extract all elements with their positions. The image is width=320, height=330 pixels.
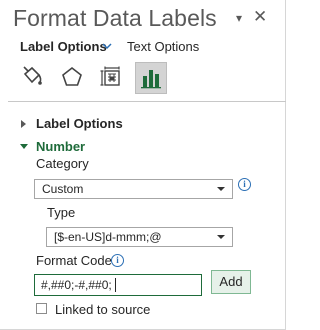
pane-title: Format Data Labels: [13, 5, 217, 31]
info-icon[interactable]: i: [238, 178, 251, 191]
size-properties-tab[interactable]: [98, 63, 126, 91]
type-value: [$-en-US]d-mmm;@: [54, 230, 162, 244]
type-label: Type: [47, 205, 76, 220]
category-label: Category: [36, 156, 89, 171]
tab-label-options[interactable]: Label Options: [20, 39, 107, 54]
type-dropdown[interactable]: [$-en-US]d-mmm;@: [46, 227, 233, 247]
add-button[interactable]: Add: [211, 270, 251, 294]
pane-options-dropdown-button[interactable]: ▾: [236, 11, 242, 25]
format-code-value: #,##0;-#,##0;: [41, 278, 112, 292]
info-icon[interactable]: i: [111, 254, 124, 267]
label-options-tab[interactable]: [135, 62, 167, 94]
paint-bucket-icon: [23, 66, 42, 85]
linked-to-source-checkbox[interactable]: [36, 303, 47, 314]
close-pane-button[interactable]: ✕: [253, 7, 267, 27]
category-value: Custom: [42, 182, 84, 196]
chevron-down-icon: [20, 144, 28, 149]
chevron-down-icon[interactable]: [101, 40, 113, 55]
pane-scrollbar[interactable]: [278, 102, 283, 324]
divider: [8, 101, 286, 102]
format-code-label: Format Code: [36, 253, 112, 268]
format-code-input[interactable]: #,##0;-#,##0;: [34, 274, 202, 296]
effects-tab[interactable]: [58, 63, 86, 91]
tab-text-options[interactable]: Text Options: [127, 39, 199, 54]
category-dropdown[interactable]: Custom: [34, 179, 233, 199]
bar-chart-icon: [141, 70, 161, 89]
size-properties-icon: [100, 66, 120, 86]
linked-to-source-label[interactable]: Linked to source: [55, 302, 150, 317]
dropdown-arrow-icon: [217, 187, 225, 191]
text-cursor: [115, 278, 116, 292]
chevron-right-icon: [21, 120, 26, 128]
dropdown-arrow-icon: [217, 235, 225, 239]
pentagon-icon: [62, 66, 82, 86]
format-data-labels-pane: Format Data Labels ▾ ✕ Label Options Tex…: [0, 0, 286, 330]
fill-line-tab[interactable]: [18, 63, 46, 91]
number-section-label: Number: [36, 139, 86, 154]
label-options-section-label: Label Options: [36, 116, 123, 131]
